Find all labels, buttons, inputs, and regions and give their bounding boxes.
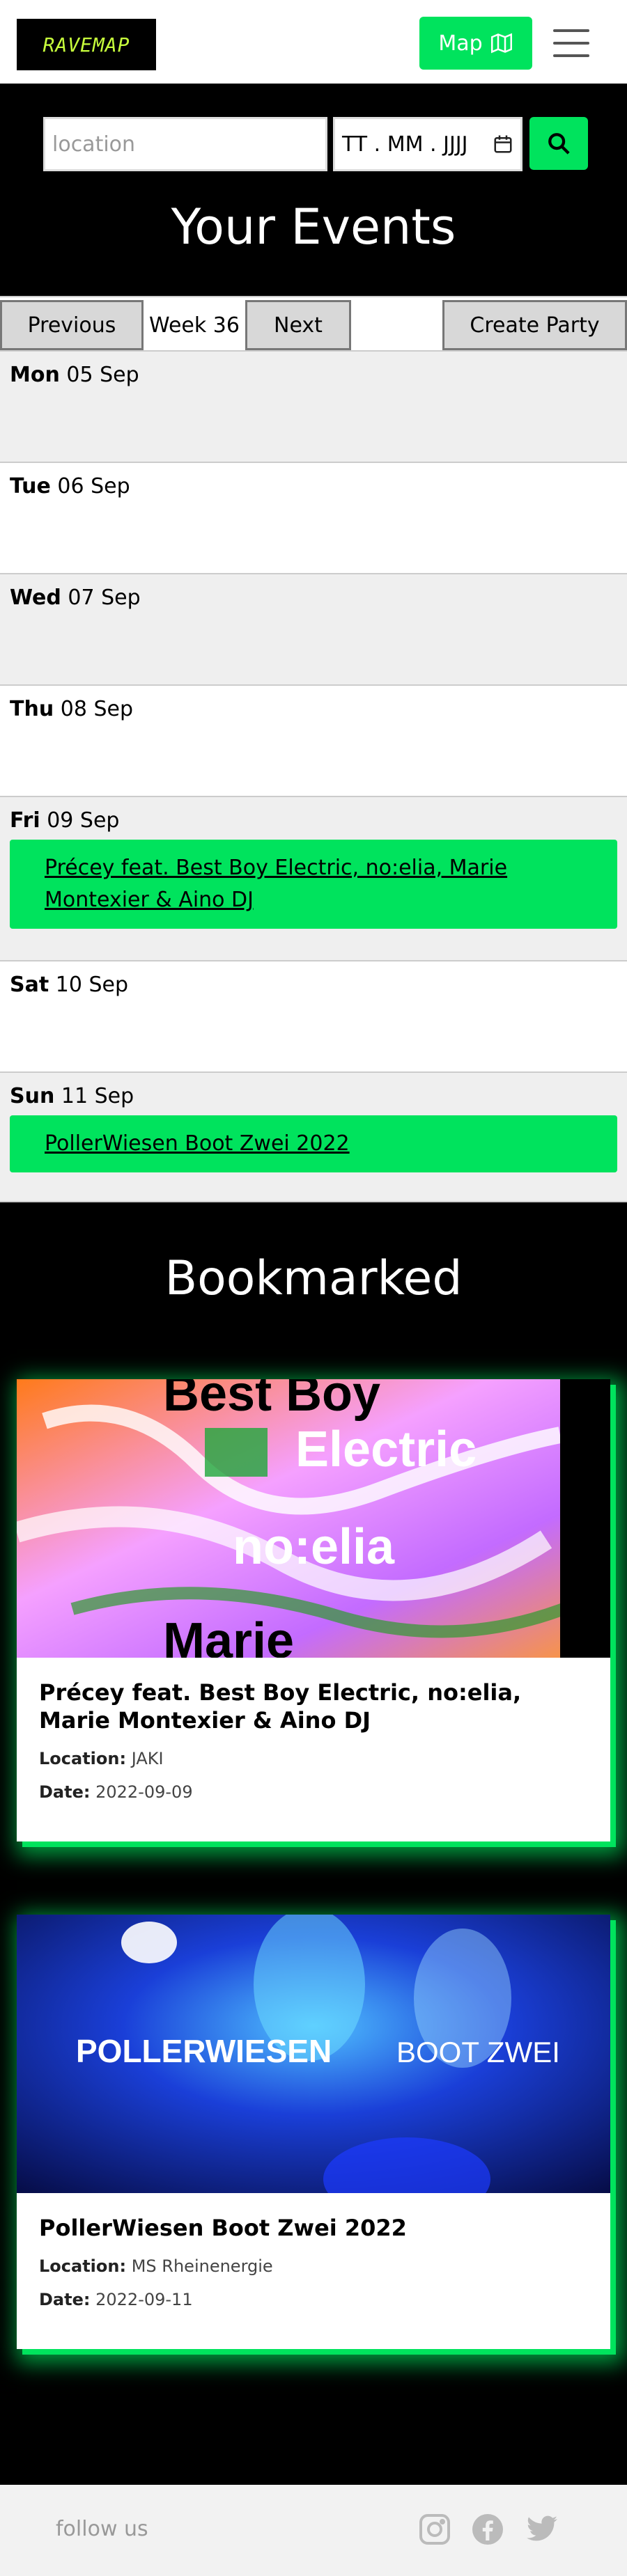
- event-image: POLLERWIESEN BOOT ZWEI: [17, 1915, 610, 2193]
- day-weekday: Mon: [10, 363, 60, 387]
- date-label: Date:: [39, 2290, 91, 2309]
- next-week-button[interactable]: Next: [245, 300, 351, 350]
- bookmarked-title: Bookmarked: [164, 1251, 463, 1306]
- footer: follow us: [0, 2485, 627, 2576]
- location-label: Location:: [39, 2256, 127, 2276]
- day-row-sat: Sat 10 Sep: [0, 961, 627, 1073]
- instagram-icon[interactable]: [418, 2513, 451, 2546]
- follow-us-label: follow us: [56, 2517, 148, 2541]
- search-icon: [548, 133, 570, 155]
- day-weekday: Sun: [10, 1084, 55, 1108]
- day-weekday: Tue: [10, 474, 51, 498]
- page-title: Your Events: [171, 198, 456, 256]
- day-row-thu: Thu 08 Sep: [0, 686, 627, 797]
- day-row-wed: Wed 07 Sep: [0, 574, 627, 686]
- event-link[interactable]: Précey feat. Best Boy Electric, no:elia,…: [45, 856, 507, 912]
- day-date: 10 Sep: [55, 973, 129, 997]
- card-title[interactable]: PollerWiesen Boot Zwei 2022: [39, 2214, 588, 2242]
- card-title[interactable]: Précey feat. Best Boy Electric, no:elia,…: [39, 1679, 588, 1734]
- week-navigation: Previous Week 36 Next Create Party: [0, 296, 627, 352]
- date-label: Date:: [39, 1782, 91, 1802]
- create-party-button[interactable]: Create Party: [442, 300, 627, 350]
- date-input[interactable]: TT . MM . JJJJ: [333, 117, 522, 171]
- day-weekday: Thu: [10, 697, 54, 721]
- day-row-tue: Tue 06 Sep: [0, 463, 627, 574]
- day-date: 09 Sep: [47, 808, 120, 833]
- day-date: 11 Sep: [61, 1084, 134, 1108]
- event-item[interactable]: PollerWiesen Boot Zwei 2022: [10, 1115, 617, 1172]
- day-date: 07 Sep: [68, 586, 141, 610]
- twitter-icon[interactable]: [525, 2513, 559, 2546]
- search-section: TT . MM . JJJJ Your Events: [0, 84, 627, 296]
- event-link[interactable]: PollerWiesen Boot Zwei 2022: [45, 1131, 350, 1156]
- date-placeholder: TT . MM . JJJJ: [342, 132, 468, 157]
- calendar-icon[interactable]: [493, 134, 513, 155]
- day-weekday: Wed: [10, 586, 61, 610]
- location-value: JAKI: [131, 1749, 164, 1768]
- date-value: 2022-09-11: [95, 2290, 193, 2309]
- logo-text: RAVEMAP: [42, 33, 130, 56]
- bookmarked-section: Bookmarked Best Boy Electric no:elia Mar…: [0, 1202, 627, 2485]
- hamburger-menu-icon[interactable]: [550, 28, 592, 58]
- date-value: 2022-09-09: [95, 1782, 193, 1802]
- day-date: 06 Sep: [57, 474, 130, 498]
- event-item[interactable]: Précey feat. Best Boy Electric, no:elia,…: [10, 840, 617, 929]
- bookmark-card[interactable]: Best Boy Electric no:elia Marie Précey f…: [17, 1379, 610, 1841]
- day-row-mon: Mon 05 Sep: [0, 352, 627, 463]
- image-text-1: POLLERWIESEN: [76, 2033, 332, 2069]
- map-button[interactable]: Map: [419, 17, 532, 70]
- image-text-1: Best Boy: [163, 1379, 380, 1422]
- navbar: RAVEMAP Map: [0, 0, 627, 84]
- current-week-label: Week 36: [149, 313, 240, 338]
- image-text-4: Marie: [163, 1613, 294, 1658]
- map-button-label: Map: [438, 31, 483, 56]
- day-row-fri: Fri 09 Sep Précey feat. Best Boy Electri…: [0, 797, 627, 961]
- location-input[interactable]: [43, 117, 327, 171]
- search-button[interactable]: [529, 117, 588, 170]
- previous-week-button[interactable]: Previous: [0, 300, 144, 350]
- location-label: Location:: [39, 1749, 127, 1768]
- bookmark-card[interactable]: POLLERWIESEN BOOT ZWEI PollerWiesen Boot…: [17, 1915, 610, 2349]
- event-image: Best Boy Electric no:elia Marie: [17, 1379, 610, 1658]
- day-weekday: Sat: [10, 973, 49, 997]
- day-date: 05 Sep: [66, 363, 139, 387]
- ravemap-logo[interactable]: RAVEMAP: [17, 19, 156, 70]
- image-text-2: BOOT ZWEI: [396, 2036, 560, 2068]
- location-value: MS Rheinenergie: [131, 2256, 273, 2276]
- image-text-2: Electric: [295, 1422, 477, 1477]
- image-text-3: no:elia: [233, 1519, 395, 1575]
- map-icon: [490, 33, 512, 54]
- day-weekday: Fri: [10, 808, 40, 833]
- day-row-sun: Sun 11 Sep PollerWiesen Boot Zwei 2022: [0, 1073, 627, 1202]
- day-date: 08 Sep: [60, 697, 133, 721]
- facebook-icon[interactable]: [471, 2513, 504, 2546]
